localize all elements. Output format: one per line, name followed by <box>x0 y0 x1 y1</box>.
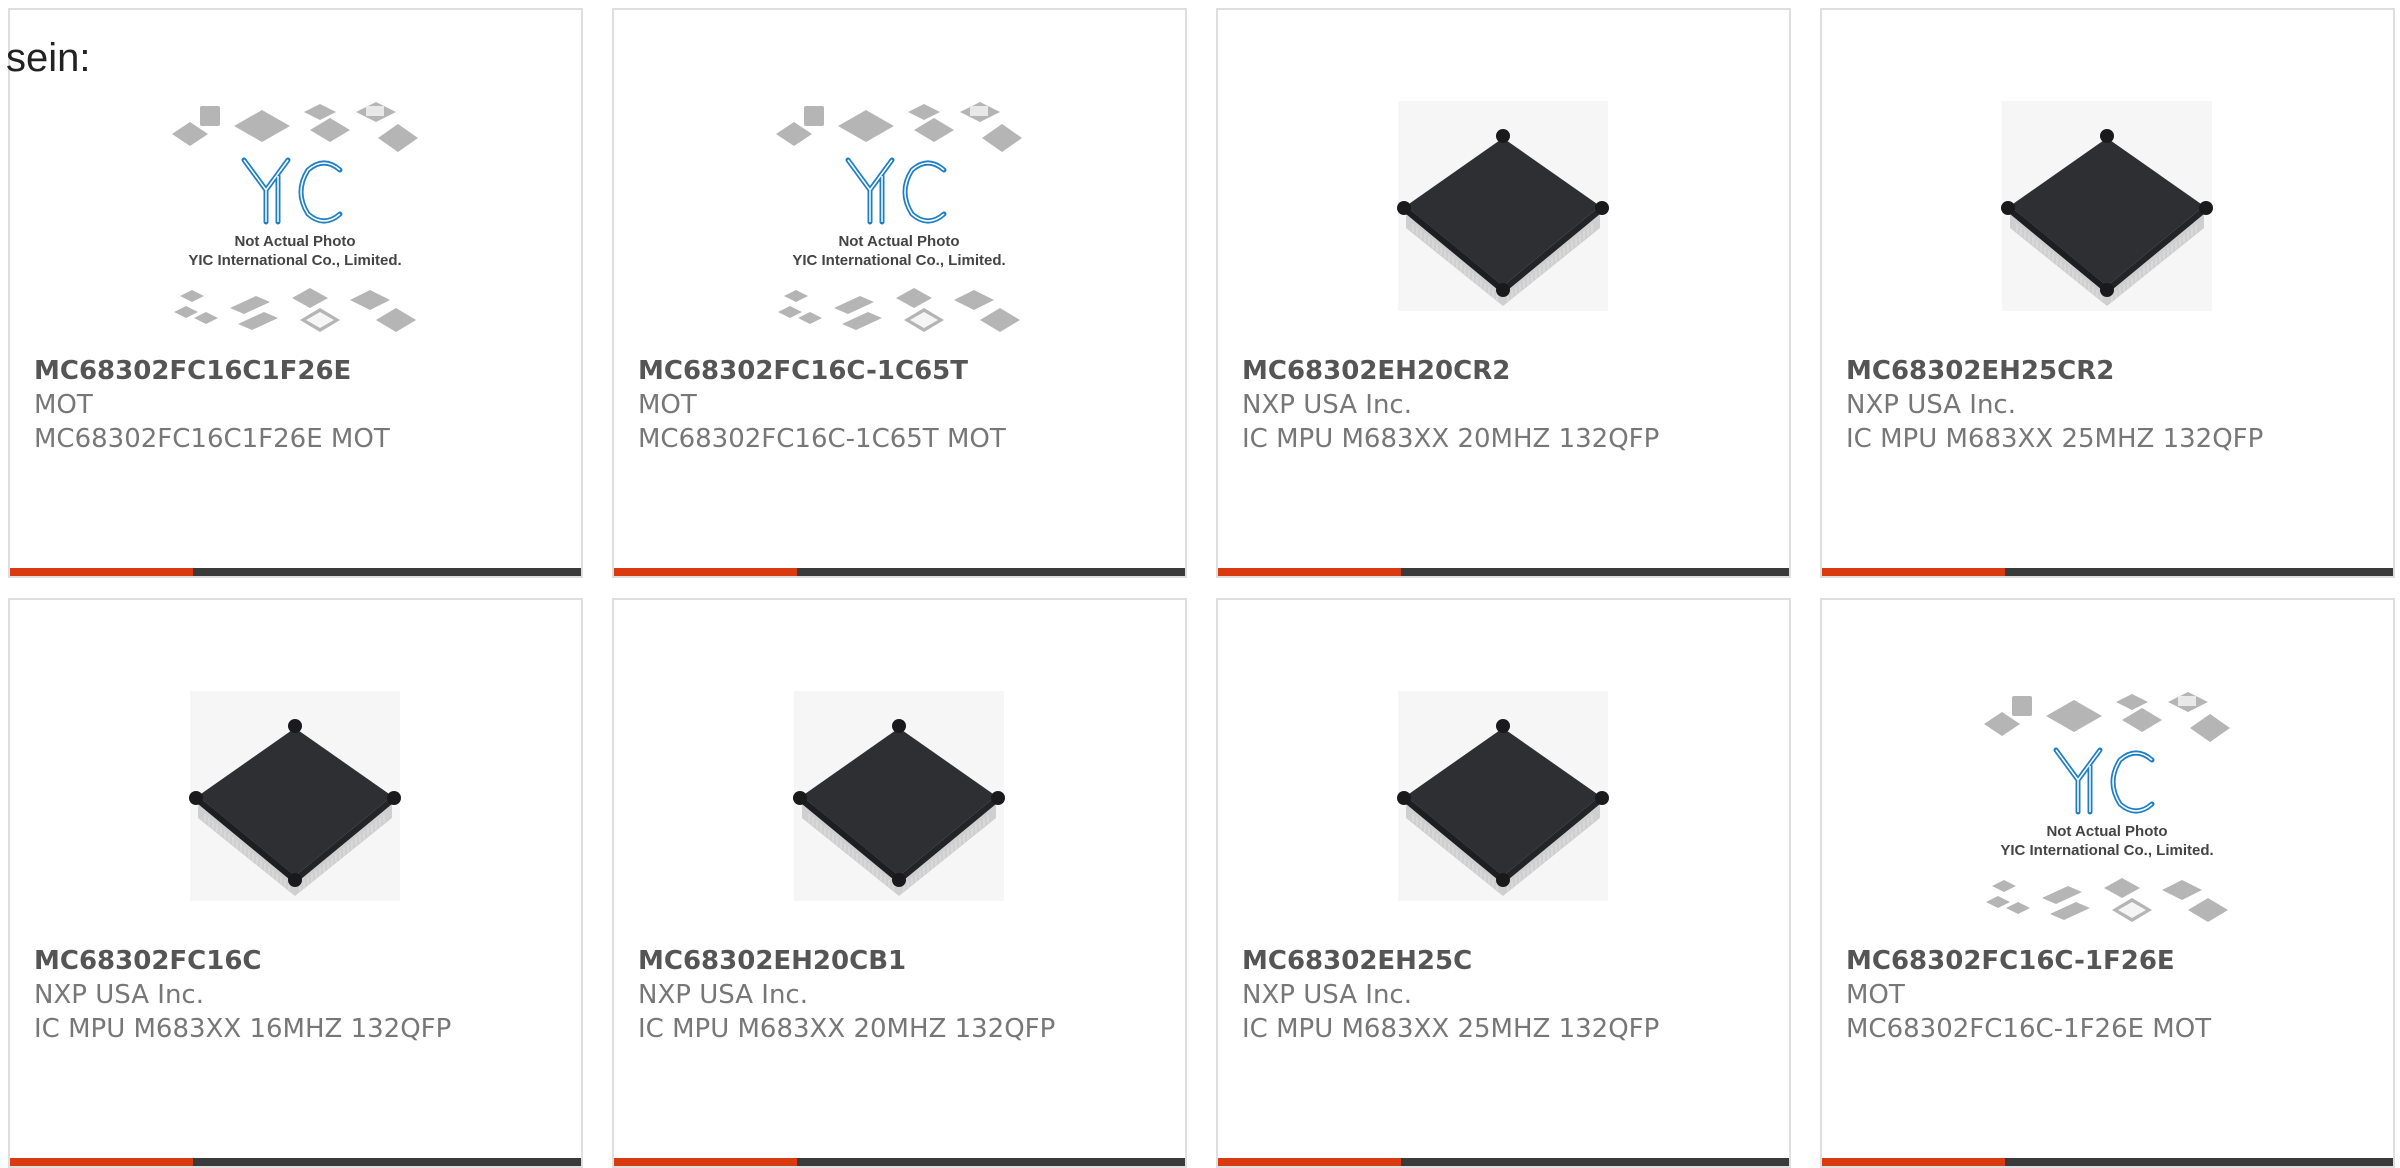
product-card[interactable]: MC68302EH25CR2 NXP USA Inc. IC MPU M683X… <box>1820 8 2395 578</box>
part-number[interactable]: MC68302EH20CR2 <box>1242 354 1782 388</box>
part-number[interactable]: MC68302EH20CB1 <box>638 944 1178 978</box>
product-photo-placeholder: Not Actual Photo YIC International Co., … <box>160 96 430 346</box>
product-card[interactable]: Not Actual Photo YIC International Co., … <box>8 8 583 578</box>
chip-photo <box>1368 96 1638 346</box>
description: IC MPU M683XX 25MHZ 132QFP <box>1242 1014 1660 1044</box>
svg-text:YIC International Co., Limited: YIC International Co., Limited. <box>2000 842 2213 859</box>
description: MC68302FC16C-1C65T MOT <box>638 424 1006 454</box>
qfp-chip-icon <box>189 691 401 901</box>
svg-text:YIC International Co., Limited: YIC International Co., Limited. <box>188 252 401 269</box>
svg-text:Not Actual Photo: Not Actual Photo <box>2046 823 2167 840</box>
product-card[interactable]: Not Actual Photo YIC International Co., … <box>612 8 1187 578</box>
svg-text:Not Actual Photo: Not Actual Photo <box>234 233 355 250</box>
qfp-chip-icon <box>2001 101 2213 311</box>
chip-photo <box>764 686 1034 936</box>
product-card[interactable]: Not Actual Photo YIC International Co., … <box>1820 598 2395 1168</box>
part-number[interactable]: MC68302FC16C <box>34 944 574 978</box>
manufacturer: NXP USA Inc. <box>1242 390 1412 420</box>
product-photo-placeholder: Not Actual Photo YIC International Co., … <box>1972 686 2242 936</box>
product-photo-placeholder: Not Actual Photo YIC International Co., … <box>764 96 1034 346</box>
part-number[interactable]: MC68302FC16C1F26E <box>34 354 574 388</box>
part-number[interactable]: MC68302EH25C <box>1242 944 1782 978</box>
svg-text:Not Actual Photo: Not Actual Photo <box>838 233 959 250</box>
description: IC MPU M683XX 16MHZ 132QFP <box>34 1014 452 1044</box>
manufacturer: NXP USA Inc. <box>1242 980 1412 1010</box>
yic-placeholder-icon: Not Actual Photo YIC International Co., … <box>172 102 418 332</box>
manufacturer: MOT <box>1846 980 1905 1010</box>
card-accent-bar <box>10 568 581 576</box>
manufacturer: NXP USA Inc. <box>1846 390 2016 420</box>
description: MC68302FC16C1F26E MOT <box>34 424 390 454</box>
manufacturer: NXP USA Inc. <box>34 980 204 1010</box>
card-accent-bar <box>1822 568 2393 576</box>
description: IC MPU M683XX 20MHZ 132QFP <box>1242 424 1660 454</box>
part-number[interactable]: MC68302EH25CR2 <box>1846 354 2386 388</box>
manufacturer: NXP USA Inc. <box>638 980 808 1010</box>
qfp-chip-icon <box>1397 691 1609 901</box>
product-card[interactable]: MC68302EH20CR2 NXP USA Inc. IC MPU M683X… <box>1216 8 1791 578</box>
qfp-chip-icon <box>1397 101 1609 311</box>
chip-photo <box>1972 96 2242 346</box>
chip-photo <box>160 686 430 936</box>
product-card[interactable]: MC68302FC16C NXP USA Inc. IC MPU M683XX … <box>8 598 583 1168</box>
card-accent-bar <box>1218 568 1789 576</box>
yic-placeholder-icon: Not Actual Photo YIC International Co., … <box>1984 692 2230 922</box>
description: IC MPU M683XX 20MHZ 132QFP <box>638 1014 1056 1044</box>
intro-text: sein: <box>6 36 91 80</box>
card-accent-bar <box>614 568 1185 576</box>
product-card[interactable]: MC68302EH20CB1 NXP USA Inc. IC MPU M683X… <box>612 598 1187 1168</box>
svg-text:YIC International Co., Limited: YIC International Co., Limited. <box>792 252 1005 269</box>
card-accent-bar <box>1822 1158 2393 1166</box>
card-accent-bar <box>1218 1158 1789 1166</box>
product-card[interactable]: MC68302EH25C NXP USA Inc. IC MPU M683XX … <box>1216 598 1791 1168</box>
part-number[interactable]: MC68302FC16C-1F26E <box>1846 944 2386 978</box>
manufacturer: MOT <box>34 390 93 420</box>
description: MC68302FC16C-1F26E MOT <box>1846 1014 2212 1044</box>
chip-photo <box>1368 686 1638 936</box>
card-accent-bar <box>614 1158 1185 1166</box>
card-accent-bar <box>10 1158 581 1166</box>
part-number[interactable]: MC68302FC16C-1C65T <box>638 354 1178 388</box>
description: IC MPU M683XX 25MHZ 132QFP <box>1846 424 2264 454</box>
manufacturer: MOT <box>638 390 697 420</box>
yic-placeholder-icon: Not Actual Photo YIC International Co., … <box>776 102 1022 332</box>
qfp-chip-icon <box>793 691 1005 901</box>
